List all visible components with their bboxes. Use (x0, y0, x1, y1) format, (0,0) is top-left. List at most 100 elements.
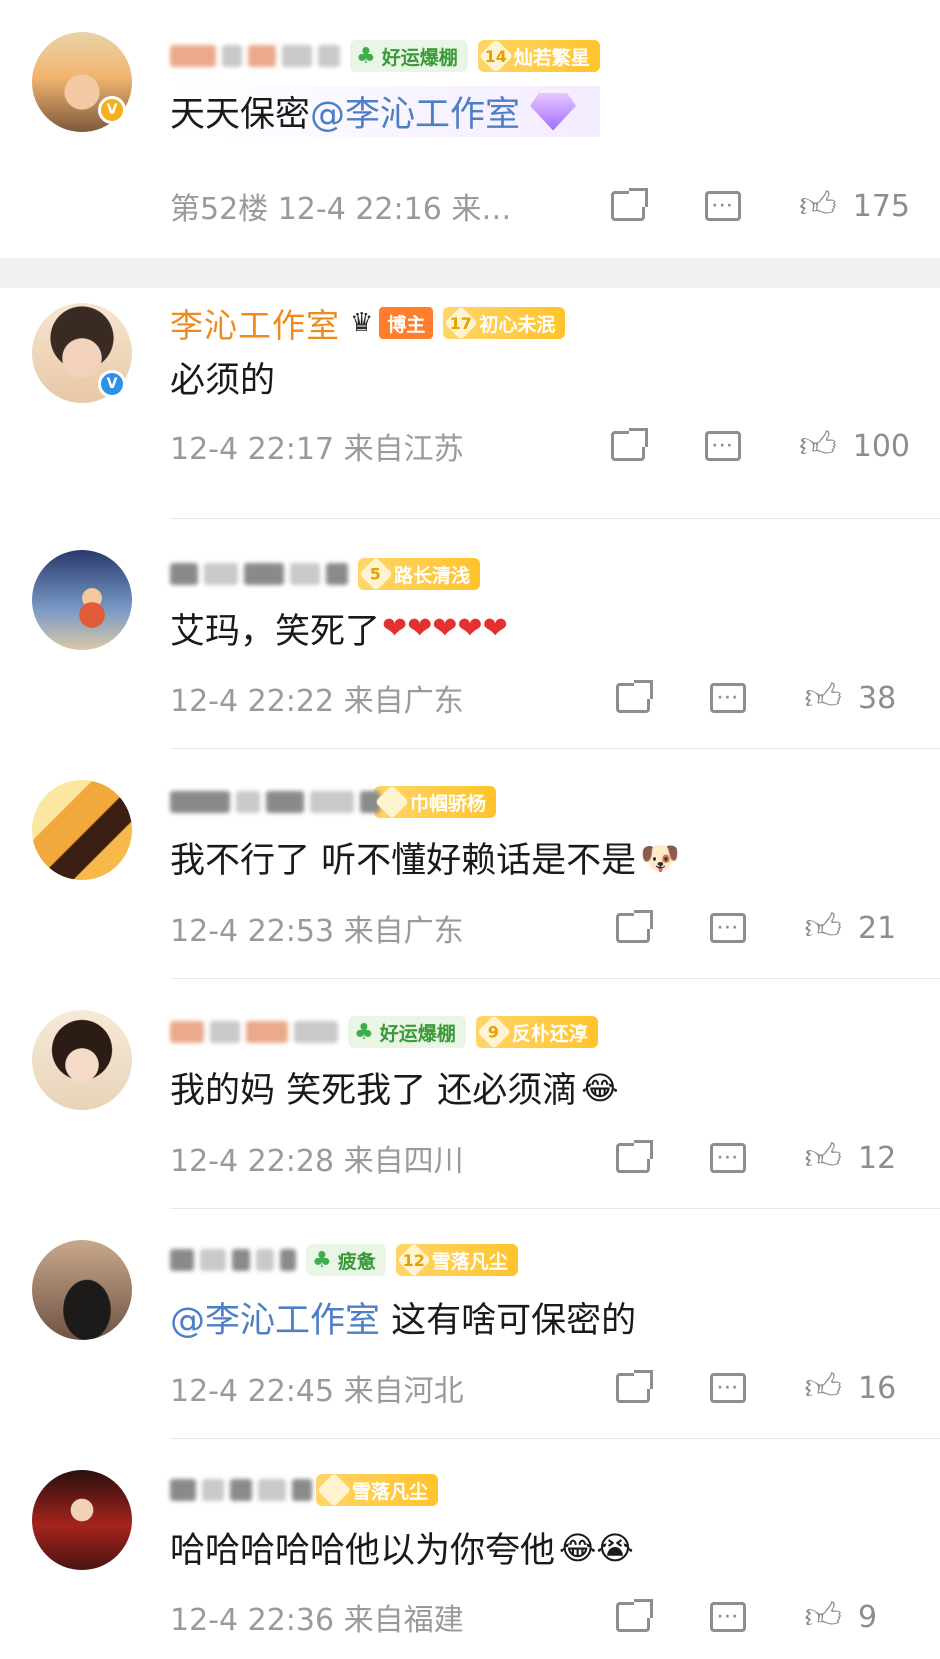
comment-icon: ··· (710, 1602, 747, 1632)
share-button[interactable] (616, 1370, 654, 1403)
share-button[interactable] (616, 1140, 654, 1173)
blurred-username[interactable] (170, 563, 348, 585)
clover-icon: ♣ (312, 1247, 332, 1273)
comment-button[interactable]: ··· (710, 1373, 747, 1403)
like-icon: 👍︎ (804, 677, 842, 718)
share-icon (611, 428, 649, 461)
like-count: 100 (852, 428, 910, 464)
title-badge[interactable]: 雪落凡尘 (316, 1473, 439, 1507)
like-count: 175 (852, 188, 910, 224)
level-icon: 5 (359, 557, 393, 591)
share-button[interactable] (611, 188, 649, 221)
comment-button[interactable]: ··· (710, 913, 747, 943)
comment-meta: 12-4 22:22 来自广东 ··· 👍︎ 38 (170, 678, 940, 720)
fan-badge[interactable]: ♣ 疲惫 (306, 1244, 386, 1276)
like-button[interactable]: 👍︎ 100 (799, 428, 910, 464)
dog-emoji: 🐶 (640, 838, 680, 877)
divider (170, 748, 940, 749)
verified-icon: V (98, 96, 126, 124)
level-icon: 17 (444, 306, 479, 340)
level-icon: 9 (476, 1015, 511, 1049)
comment-button[interactable]: ··· (710, 1602, 747, 1632)
level-badge[interactable]: 14 灿若繁星 (477, 39, 600, 73)
comment-meta: 12-4 22:36 来自福建 ··· 👍︎ 9 (170, 1597, 940, 1639)
avatar[interactable] (32, 1240, 132, 1340)
comment-text: 必须的 (170, 361, 276, 401)
divider (170, 518, 940, 519)
share-icon (616, 1599, 654, 1632)
author-badge: 博主 (379, 307, 434, 339)
comment-header: ♣ 好运爆棚 9 反朴还淳 (170, 1012, 598, 1052)
level-icon: 14 (478, 39, 513, 73)
fan-badge[interactable]: ♣ 好运爆棚 (350, 40, 468, 72)
level-badge[interactable]: 17 初心未泯 (443, 306, 566, 340)
like-count: 9 (858, 1599, 878, 1635)
comment-button[interactable]: ··· (705, 191, 742, 221)
like-icon: 👍︎ (804, 1596, 842, 1637)
username[interactable]: 李沁工作室 (170, 299, 340, 347)
like-icon: 👍︎ (804, 1137, 842, 1178)
like-icon: 👍︎ (799, 185, 837, 226)
share-button[interactable] (611, 428, 649, 461)
share-icon (616, 1140, 654, 1173)
share-icon (616, 1370, 654, 1403)
like-button[interactable]: 👍︎ 175 (799, 188, 910, 224)
level-badge[interactable]: 12 雪落凡尘 (395, 1243, 518, 1277)
comment-text: 艾玛，笑死了 ❤❤❤❤❤ (170, 611, 508, 652)
share-button[interactable] (616, 680, 654, 713)
laughing-emoji: 😂 (581, 1068, 619, 1107)
section-gap (0, 258, 940, 288)
share-icon (616, 910, 654, 943)
comment-meta: 12-4 22:17 来自江苏 ··· 👍︎ 100 (170, 425, 910, 468)
fan-badge[interactable]: ♣ 好运爆棚 (348, 1016, 466, 1048)
comment-icon: ··· (710, 683, 747, 713)
mention-link[interactable]: @李沁工作室 (170, 1292, 380, 1343)
avatar[interactable] (32, 550, 132, 650)
avatar[interactable] (32, 780, 132, 880)
blurred-username[interactable] (170, 45, 340, 67)
comment-icon: ··· (710, 913, 747, 943)
comment-button[interactable]: ··· (710, 1143, 747, 1173)
avatar[interactable] (32, 1470, 132, 1570)
blurred-username[interactable] (170, 1479, 312, 1501)
comment-header: ♣ 疲惫 12 雪落凡尘 (170, 1240, 518, 1280)
comment-text: 我的妈 笑死我了 还必须滴 😂 (170, 1068, 619, 1112)
comment-text: 天天保密@李沁工作室 (170, 86, 601, 137)
like-button[interactable]: 👍︎ 12 (804, 1140, 910, 1176)
like-button[interactable]: 👍︎ 16 (804, 1370, 910, 1406)
share-button[interactable] (616, 910, 654, 943)
blurred-username[interactable] (170, 791, 380, 813)
level-icon (317, 1473, 351, 1507)
comment-text: @李沁工作室 这有啥可保密的 (170, 1292, 636, 1343)
share-button[interactable] (616, 1599, 654, 1632)
comment-icon: ··· (705, 191, 742, 221)
comment-header: 5 路长清浅 (170, 554, 481, 594)
like-button[interactable]: 👍︎ 38 (804, 680, 910, 716)
level-badge[interactable]: 9 反朴还淳 (475, 1015, 598, 1049)
comment-text: 哈哈哈哈哈他以为你夸他 😂😭 (170, 1528, 634, 1572)
blurred-username[interactable] (170, 1249, 296, 1271)
comment-meta: 12-4 22:53 来自广东 ··· 👍︎ 21 (170, 908, 940, 950)
comment-header: ♣ 好运爆棚 14 灿若繁星 (170, 36, 600, 76)
like-count: 12 (858, 1140, 897, 1176)
level-badge[interactable]: 5 路长清浅 (358, 557, 481, 591)
clover-icon: ♣ (354, 1019, 374, 1045)
divider (170, 978, 940, 979)
title-badge[interactable]: 巾帼骄杨 (374, 785, 497, 819)
avatar[interactable] (32, 1010, 132, 1110)
share-icon (616, 680, 654, 713)
clover-icon: ♣ (356, 43, 376, 69)
comment-meta: 12-4 22:28 来自四川 ··· 👍︎ 12 (170, 1138, 940, 1180)
like-button[interactable]: 👍︎ 21 (804, 910, 910, 946)
mention-link[interactable]: @李沁工作室 (310, 95, 520, 135)
comment-header: 李沁工作室 ♛ 博主 17 初心未泯 (170, 303, 566, 345)
like-icon: 👍︎ (804, 1367, 842, 1408)
comment-meta: 12-4 22:45 来自河北 ··· 👍︎ 16 (170, 1368, 940, 1410)
blurred-username[interactable] (170, 1021, 338, 1043)
comment-button[interactable]: ··· (705, 431, 742, 461)
heart-emoji: ❤❤❤❤❤ (382, 611, 508, 646)
like-count: 16 (858, 1370, 897, 1406)
level-icon (375, 785, 409, 819)
like-button[interactable]: 👍︎ 9 (804, 1599, 910, 1635)
comment-button[interactable]: ··· (710, 683, 747, 713)
